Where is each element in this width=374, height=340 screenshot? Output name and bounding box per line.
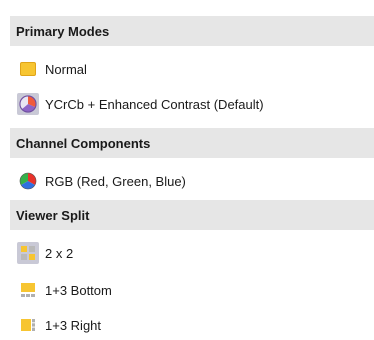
rgb-wheel-icon (17, 170, 39, 192)
section-header-primary-modes: Primary Modes (10, 16, 374, 46)
ycrcb-pie-icon (17, 93, 39, 115)
section-header-channel-components: Channel Components (10, 128, 374, 158)
menu-item-rgb[interactable]: RGB (Red, Green, Blue) (10, 166, 374, 196)
menu-item-1plus3-right[interactable]: 1+3 Right (10, 310, 374, 340)
yellow-square-icon (17, 58, 39, 80)
split-right-icon (17, 314, 39, 336)
section-title: Primary Modes (16, 23, 110, 39)
menu-item-1plus3-bottom[interactable]: 1+3 Bottom (10, 275, 374, 305)
menu-item-normal[interactable]: Normal (10, 54, 374, 84)
menu-item-label: 2 x 2 (45, 245, 74, 261)
split-bottom-icon (17, 279, 39, 301)
section-title: Channel Components (16, 135, 151, 151)
section-title: Viewer Split (16, 207, 90, 223)
mode-menu: Primary Modes Normal YCrCb + Enhanced Co… (0, 0, 374, 338)
menu-item-ycrcb-enhanced-contrast[interactable]: YCrCb + Enhanced Contrast (Default) (10, 89, 374, 119)
grid-2x2-icon (17, 242, 39, 264)
menu-item-label: Normal (45, 61, 87, 77)
menu-item-label: YCrCb + Enhanced Contrast (Default) (45, 96, 264, 112)
menu-item-2x2[interactable]: 2 x 2 (10, 238, 374, 268)
menu-item-label: RGB (Red, Green, Blue) (45, 173, 186, 189)
menu-item-label: 1+3 Right (45, 317, 102, 333)
section-header-viewer-split: Viewer Split (10, 200, 374, 230)
menu-item-label: 1+3 Bottom (45, 282, 112, 298)
